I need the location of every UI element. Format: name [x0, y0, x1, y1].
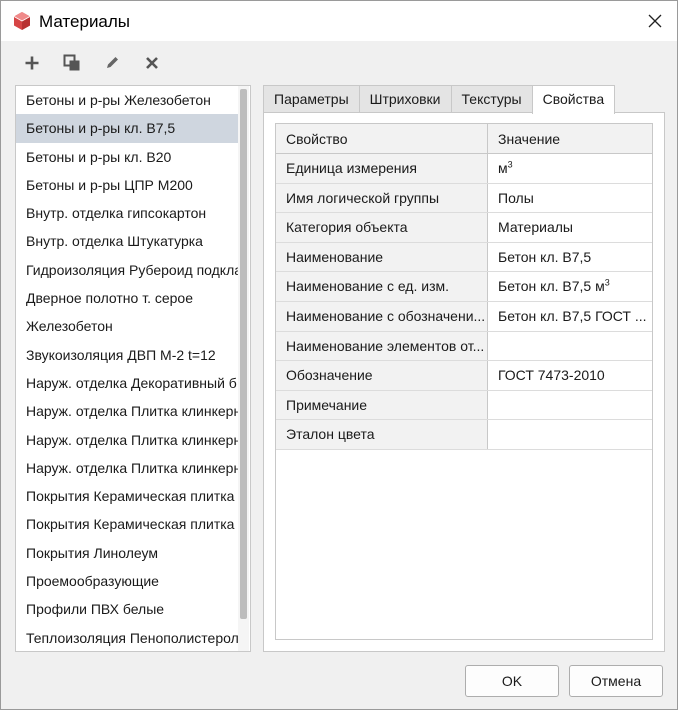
property-value[interactable]: Материалы	[488, 213, 652, 242]
grid-header: Свойство Значение	[276, 124, 652, 154]
tab-properties[interactable]: Свойства	[531, 85, 616, 114]
unit-superscript: 3	[507, 159, 513, 170]
property-value-text: Бетон кл. В7,5 м	[498, 278, 605, 295]
property-row[interactable]: Обозначение ГОСТ 7473-2010	[276, 361, 652, 391]
cancel-button[interactable]: Отмена	[569, 665, 663, 697]
edit-material-button[interactable]	[99, 51, 125, 75]
scroll-thumb[interactable]	[240, 89, 247, 619]
delete-material-button[interactable]	[139, 51, 165, 75]
property-value[interactable]	[488, 391, 652, 420]
tab-hatching[interactable]: Штриховки	[358, 85, 452, 113]
list-item[interactable]: Гидроизоляция Рубероид подкла	[16, 256, 238, 284]
window-title: Материалы	[39, 12, 131, 31]
list-item[interactable]: Бетоны и р-ры кл. В20	[16, 143, 238, 171]
property-value[interactable]: ГОСТ 7473-2010	[488, 361, 652, 390]
list-scrollbar[interactable]	[238, 86, 249, 651]
delete-icon	[146, 57, 158, 69]
column-header-property[interactable]: Свойство	[276, 124, 488, 153]
cube-app-icon	[12, 11, 32, 31]
materials-dialog: Материалы Бетоны и р-ры Железобетон Бето…	[0, 0, 678, 710]
property-name: Наименование с обозначени...	[276, 301, 488, 331]
list-item[interactable]: Наруж. отделка Плитка клинкерн	[16, 426, 238, 454]
tab-textures[interactable]: Текстуры	[450, 85, 533, 113]
list-item[interactable]: Покрытия Линолеум	[16, 539, 238, 567]
properties-panel: Свойство Значение Единица измерения м3 Имя…	[263, 112, 665, 652]
property-row[interactable]: Наименование элементов от...	[276, 331, 652, 362]
property-name: Категория объекта	[276, 213, 488, 242]
copy-icon	[63, 54, 80, 71]
property-value[interactable]: Бетон кл. В7,5 ГОСТ ...	[488, 302, 652, 331]
property-row[interactable]: Наименование с ед. изм. Бетон кл. В7,5 м3	[276, 272, 652, 302]
property-name: Единица измерения	[276, 154, 488, 183]
property-row[interactable]: Примечание	[276, 390, 652, 421]
property-row[interactable]: Единица измерения м3	[276, 154, 652, 184]
property-name: Обозначение	[276, 361, 488, 390]
list-item[interactable]: Покрытия Керамическая плитка	[16, 510, 238, 538]
list-item[interactable]: Бетоны и р-ры ЦПР М200	[16, 171, 238, 199]
property-value-text: Бетон кл. В7,5	[498, 248, 592, 265]
unit-superscript: 3	[604, 277, 610, 288]
property-value-text: м	[498, 160, 508, 176]
pencil-icon	[107, 57, 118, 68]
column-header-value[interactable]: Значение	[488, 124, 652, 153]
toolbar	[19, 51, 165, 75]
property-row[interactable]: Наименование с обозначени... Бетон кл. В7…	[276, 301, 652, 332]
tab-parameters[interactable]: Параметры	[263, 85, 360, 113]
add-material-button[interactable]	[19, 51, 45, 75]
materials-list[interactable]: Бетоны и р-ры Железобетон Бетоны и р-ры к…	[15, 85, 251, 652]
list-item[interactable]: Внутр. отделка гипсокартон	[16, 199, 238, 227]
property-value-text: ГОСТ 7473-2010	[498, 367, 605, 384]
list-item[interactable]: Бетоны и р-ры кл. В7,5	[16, 114, 238, 143]
list-item[interactable]: Проемообразующие	[16, 567, 238, 595]
list-item[interactable]: Теплоизоляция Пенополистерол	[16, 624, 238, 651]
property-name: Наименование	[276, 242, 488, 272]
title-bar: Материалы	[1, 1, 677, 41]
list-item[interactable]: Наруж. отделка Плитка клинкерн	[16, 397, 238, 425]
property-value[interactable]	[488, 420, 652, 449]
property-row[interactable]: Наименование Бетон кл. В7,5	[276, 242, 652, 273]
property-row[interactable]: Имя логической группы Полы	[276, 183, 652, 214]
ok-button[interactable]: OK	[465, 665, 559, 697]
list-item[interactable]: Профили ПВХ белые	[16, 595, 238, 623]
property-value[interactable]: Бетон кл. В7,5	[488, 243, 652, 272]
property-value[interactable]: м3	[488, 154, 652, 183]
property-name: Эталон цвета	[276, 420, 488, 449]
property-row[interactable]: Категория объекта Материалы	[276, 213, 652, 243]
property-value-text: Бетон кл. В7,5 ГОСТ ...	[498, 307, 647, 324]
property-value[interactable]	[488, 332, 652, 361]
list-item[interactable]: Бетоны и р-ры Железобетон	[16, 86, 238, 114]
property-value[interactable]: Полы	[488, 184, 652, 213]
property-value[interactable]: Бетон кл. В7,5 м3	[488, 272, 652, 301]
properties-grid: Свойство Значение Единица измерения м3 Имя…	[275, 123, 653, 640]
property-value-text: Материалы	[498, 219, 573, 236]
plus-icon	[25, 56, 39, 70]
list-item[interactable]: Дверное полотно т. серое	[16, 284, 238, 312]
list-item[interactable]: Железобетон	[16, 312, 238, 340]
list-item[interactable]: Наруж. отделка Плитка клинкерн	[16, 454, 238, 482]
list-item[interactable]: Внутр. отделка Штукатурка	[16, 227, 238, 255]
close-icon	[648, 14, 662, 28]
copy-material-button[interactable]	[59, 51, 85, 75]
property-value-text: Полы	[498, 189, 534, 206]
close-button[interactable]	[643, 9, 667, 33]
list-item[interactable]: Наруж. отделка Декоративный б	[16, 369, 238, 397]
property-row[interactable]: Эталон цвета	[276, 420, 652, 450]
list-item[interactable]: Покрытия Керамическая плитка	[16, 482, 238, 510]
tab-bar: Параметры Штриховки Текстуры Свойства	[263, 85, 616, 114]
property-name: Наименование с ед. изм.	[276, 272, 488, 301]
list-item[interactable]: Звукоизоляция ДВП М-2 t=12	[16, 341, 238, 369]
property-name: Наименование элементов от...	[276, 331, 488, 361]
property-name: Примечание	[276, 390, 488, 420]
property-name: Имя логической группы	[276, 183, 488, 213]
